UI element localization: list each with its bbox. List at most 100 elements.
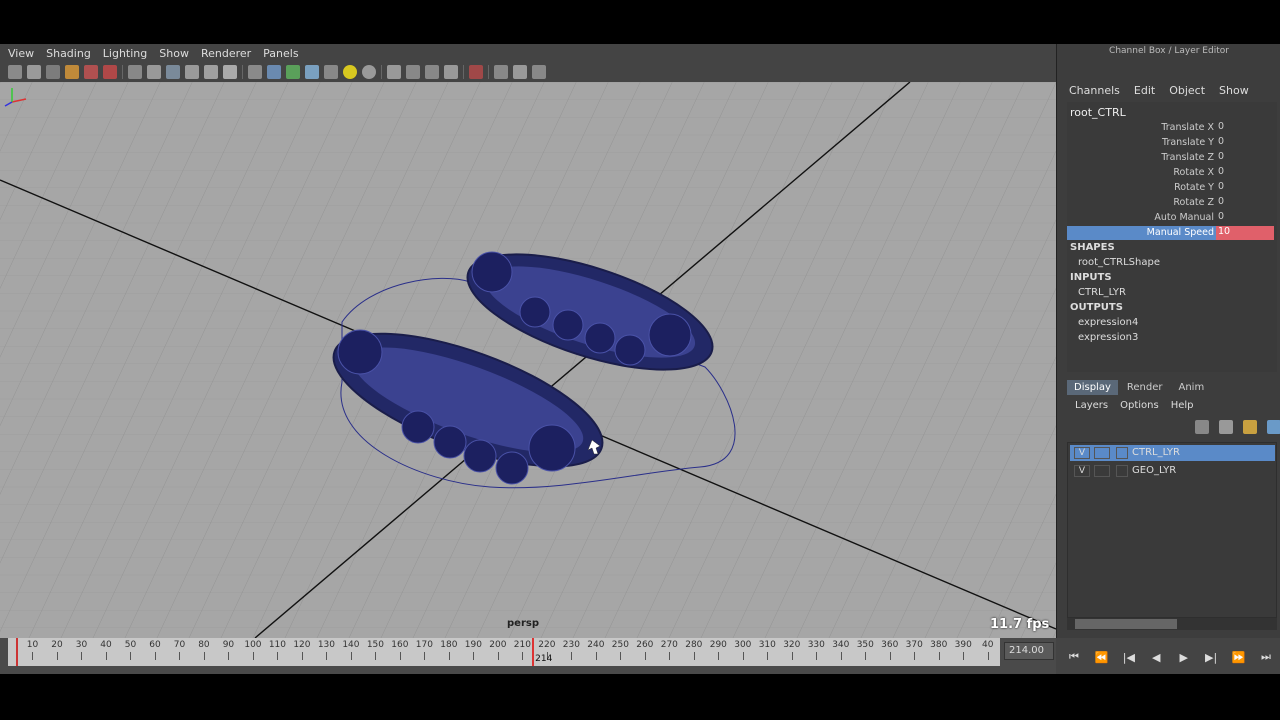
menu-renderer[interactable]: Renderer bbox=[201, 47, 251, 60]
layer-visibility-toggle[interactable]: V bbox=[1074, 465, 1090, 477]
attr-row[interactable]: Rotate Y 0 bbox=[1067, 181, 1274, 195]
anti-aliasing-icon[interactable] bbox=[425, 65, 439, 79]
attr-row-selected[interactable]: Manual Speed 10 bbox=[1067, 226, 1274, 240]
timeline-playhead[interactable] bbox=[532, 638, 535, 666]
menu-object[interactable]: Object bbox=[1169, 84, 1205, 97]
layer-color-swatch[interactable] bbox=[1116, 447, 1128, 459]
play-forwards-button[interactable]: ▶ bbox=[1174, 651, 1194, 664]
attr-value[interactable]: 0 bbox=[1216, 211, 1274, 225]
inputs-header: INPUTS bbox=[1070, 272, 1112, 283]
scrollbar-thumb[interactable] bbox=[1075, 619, 1177, 629]
move-layer-down-icon[interactable] bbox=[1219, 420, 1233, 434]
select-camera-icon[interactable] bbox=[8, 65, 22, 79]
shape-node[interactable]: root_CTRLShape bbox=[1078, 257, 1160, 268]
layer-row-selected[interactable]: V CTRL_LYR bbox=[1070, 445, 1275, 461]
object-name[interactable]: root_CTRL bbox=[1070, 106, 1126, 119]
menu-lighting[interactable]: Lighting bbox=[103, 47, 147, 60]
menu-help[interactable]: Help bbox=[1171, 400, 1194, 411]
attr-row[interactable]: Auto Manual 0 bbox=[1067, 211, 1274, 225]
menu-shading[interactable]: Shading bbox=[46, 47, 91, 60]
menu-layers[interactable]: Layers bbox=[1075, 400, 1108, 411]
attr-value[interactable]: 0 bbox=[1216, 196, 1274, 210]
resolution-gate-icon[interactable] bbox=[166, 65, 180, 79]
smooth-shade-icon[interactable] bbox=[267, 65, 281, 79]
layer-name[interactable]: CTRL_LYR bbox=[1132, 447, 1180, 458]
motion-blur-icon[interactable] bbox=[406, 65, 420, 79]
current-frame-field[interactable]: 214.00 bbox=[1004, 642, 1054, 660]
attr-value[interactable]: 0 bbox=[1216, 121, 1274, 135]
attr-value[interactable]: 0 bbox=[1216, 181, 1274, 195]
time-ruler[interactable]: 10 20 30 40 50 60 70 80 90 100 110 120 130 140 150 160 1… bbox=[8, 638, 1000, 666]
tab-display[interactable]: Display bbox=[1067, 380, 1118, 395]
go-to-start-button[interactable]: ⏮ bbox=[1064, 650, 1084, 664]
xray-joints-icon[interactable] bbox=[513, 65, 527, 79]
field-chart-icon[interactable] bbox=[204, 65, 218, 79]
screen-space-ao-icon[interactable] bbox=[387, 65, 401, 79]
lights-icon[interactable] bbox=[343, 65, 357, 79]
step-back-frame-button[interactable]: |◀ bbox=[1119, 651, 1139, 664]
timeline-tick-label: 40 bbox=[100, 640, 112, 650]
timeline-tick-label: 270 bbox=[660, 640, 678, 650]
bookmarks-icon[interactable] bbox=[46, 65, 60, 79]
xray-components-icon[interactable] bbox=[532, 65, 546, 79]
safe-action-icon[interactable] bbox=[223, 65, 237, 79]
wireframe-on-shaded-icon[interactable] bbox=[286, 65, 300, 79]
timeline-tick bbox=[326, 652, 328, 660]
output-node[interactable]: expression4 bbox=[1078, 317, 1138, 328]
output-node[interactable]: expression3 bbox=[1078, 332, 1138, 343]
two-d-pan-icon[interactable] bbox=[84, 65, 98, 79]
gate-mask-icon[interactable] bbox=[185, 65, 199, 79]
camera-attributes-icon[interactable] bbox=[27, 65, 41, 79]
menu-channels[interactable]: Channels bbox=[1069, 84, 1120, 97]
textured-icon[interactable] bbox=[305, 65, 319, 79]
menu-show-channels[interactable]: Show bbox=[1219, 84, 1249, 97]
menu-panels[interactable]: Panels bbox=[263, 47, 298, 60]
layer-type-toggle[interactable] bbox=[1094, 447, 1110, 459]
menu-options[interactable]: Options bbox=[1120, 400, 1159, 411]
move-layer-up-icon[interactable] bbox=[1195, 420, 1209, 434]
attr-row[interactable]: Translate X 0 bbox=[1067, 121, 1274, 135]
timeline-tick-label: 60 bbox=[149, 640, 161, 650]
attr-row[interactable]: Rotate Z 0 bbox=[1067, 196, 1274, 210]
film-gate-icon[interactable] bbox=[147, 65, 161, 79]
grease-pencil-icon[interactable] bbox=[103, 65, 117, 79]
xray-icon[interactable] bbox=[494, 65, 508, 79]
attr-row[interactable]: Translate Y 0 bbox=[1067, 136, 1274, 150]
play-backwards-button[interactable]: ◀ bbox=[1146, 651, 1166, 664]
timeline-tick bbox=[130, 652, 132, 660]
shadows-icon[interactable] bbox=[362, 65, 376, 79]
tab-render[interactable]: Render bbox=[1120, 380, 1170, 395]
attr-row[interactable]: Translate Z 0 bbox=[1067, 151, 1274, 165]
step-back-key-button[interactable]: ⏪ bbox=[1091, 651, 1111, 664]
attr-value[interactable]: 0 bbox=[1216, 151, 1274, 165]
perspective-scene[interactable]: persp 11.7 fps bbox=[0, 82, 1056, 638]
timeline-tick-label: 300 bbox=[734, 640, 752, 650]
layer-visibility-toggle[interactable]: V bbox=[1074, 447, 1090, 459]
step-forward-key-button[interactable]: ⏩ bbox=[1229, 651, 1249, 664]
layer-color-swatch[interactable] bbox=[1116, 465, 1128, 477]
layer-type-toggle[interactable] bbox=[1094, 465, 1110, 477]
attr-value[interactable]: 10 bbox=[1216, 226, 1274, 240]
attr-value[interactable]: 0 bbox=[1216, 136, 1274, 150]
menu-show[interactable]: Show bbox=[159, 47, 189, 60]
layer-row[interactable]: V GEO_LYR bbox=[1070, 463, 1275, 479]
new-layer-icon[interactable] bbox=[1243, 420, 1257, 434]
depth-of-field-icon[interactable] bbox=[444, 65, 458, 79]
tab-anim[interactable]: Anim bbox=[1171, 380, 1211, 395]
input-node[interactable]: CTRL_LYR bbox=[1078, 287, 1126, 298]
wireframe-icon[interactable] bbox=[248, 65, 262, 79]
attr-value[interactable]: 0 bbox=[1216, 166, 1274, 180]
attr-row[interactable]: Rotate X 0 bbox=[1067, 166, 1274, 180]
grid-icon[interactable] bbox=[128, 65, 142, 79]
go-to-end-button[interactable]: ⏭ bbox=[1256, 650, 1276, 664]
menu-edit[interactable]: Edit bbox=[1134, 84, 1155, 97]
menu-view[interactable]: View bbox=[8, 47, 34, 60]
timeline-tick-label: 250 bbox=[611, 640, 629, 650]
new-layer-selected-icon[interactable] bbox=[1267, 420, 1280, 434]
step-forward-frame-button[interactable]: ▶| bbox=[1201, 651, 1221, 664]
use-all-lights-icon[interactable] bbox=[324, 65, 338, 79]
image-plane-icon[interactable] bbox=[65, 65, 79, 79]
layer-hscrollbar[interactable] bbox=[1067, 618, 1277, 630]
layer-name[interactable]: GEO_LYR bbox=[1132, 465, 1176, 476]
isolate-select-icon[interactable] bbox=[469, 65, 483, 79]
